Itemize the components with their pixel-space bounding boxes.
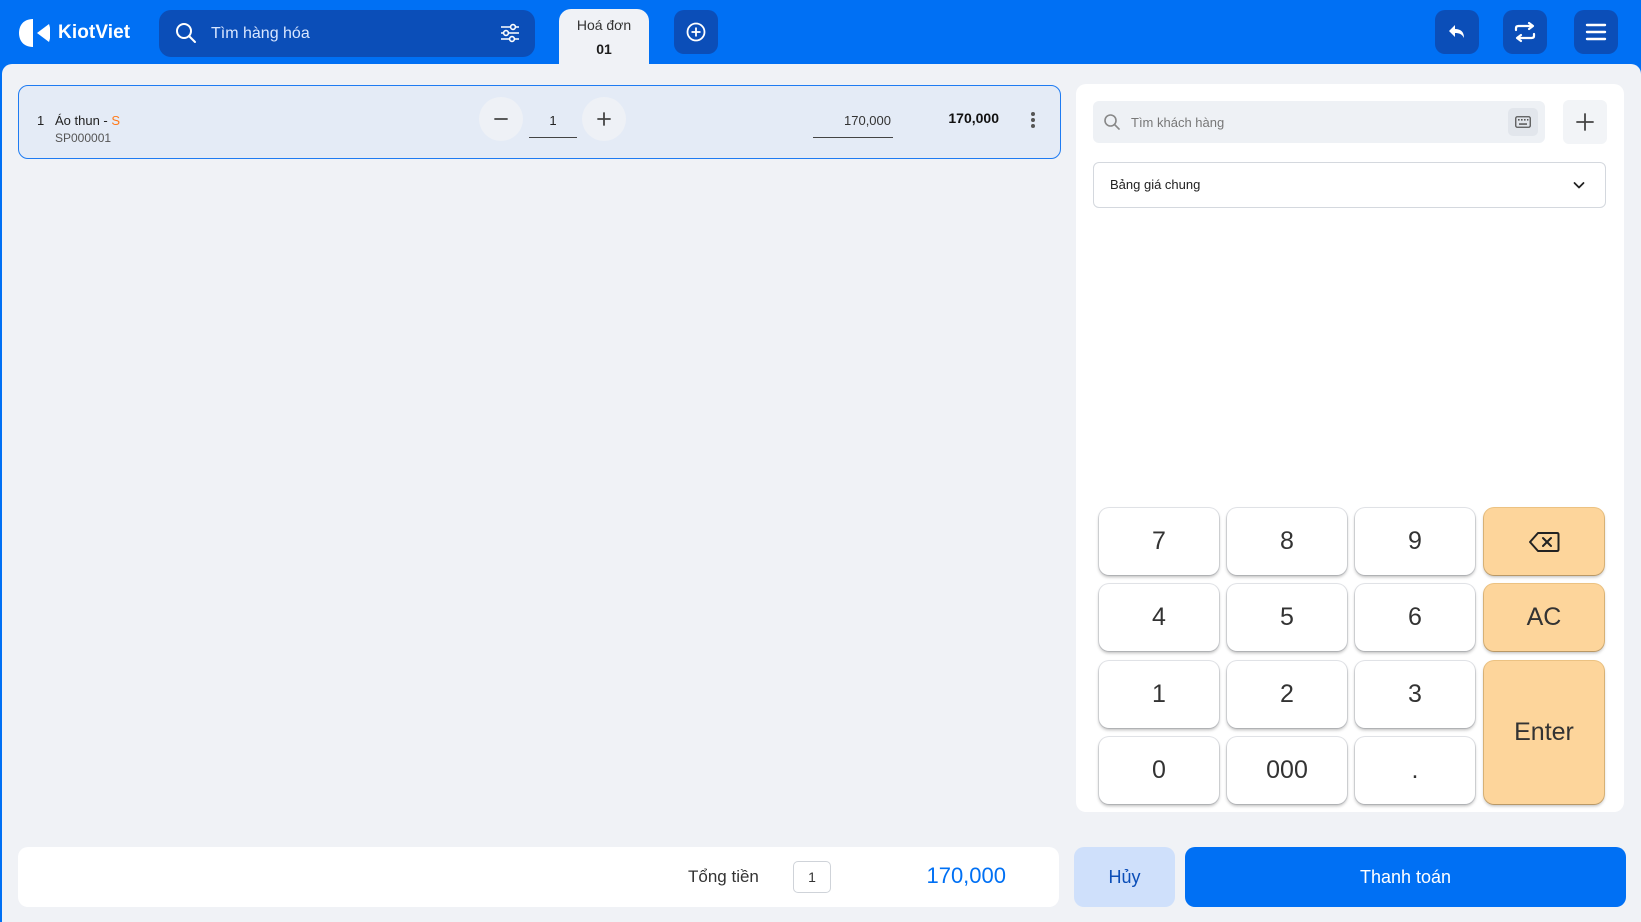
keypad-enter-button[interactable]: Enter	[1484, 661, 1604, 804]
increase-quantity-button[interactable]	[582, 97, 626, 141]
keypad-key-9[interactable]: 9	[1355, 508, 1475, 575]
kiotviet-logo-icon	[19, 19, 50, 47]
price-list-value: Bảng giá chung	[1110, 177, 1201, 192]
cart-item-variant: S	[111, 113, 121, 128]
decrease-quantity-button[interactable]	[479, 97, 523, 141]
keypad-clear-button[interactable]: AC	[1484, 584, 1604, 651]
chevron-down-icon	[1573, 182, 1585, 189]
search-icon	[176, 23, 196, 43]
more-vertical-icon	[1031, 112, 1035, 128]
keyboard-icon	[1515, 116, 1531, 128]
total-item-count: 1	[793, 861, 831, 893]
keyboard-toggle[interactable]	[1508, 108, 1538, 136]
main-menu-button[interactable]	[1574, 10, 1618, 54]
keypad-key-6[interactable]: 6	[1355, 584, 1475, 651]
sync-arrows-icon	[1514, 21, 1536, 43]
main-content: 1 Áo thun - S SP000001 170,000	[2, 64, 1641, 922]
total-amount: 170,000	[926, 863, 1006, 888]
keypad-backspace-button[interactable]	[1484, 508, 1604, 575]
keypad-key-decimal[interactable]: .	[1355, 737, 1475, 804]
product-search[interactable]	[159, 10, 535, 57]
plus-icon	[1576, 113, 1594, 131]
add-customer-button[interactable]	[1563, 100, 1607, 144]
app-name: KiotViet	[58, 22, 131, 43]
undo-arrow-icon	[1449, 25, 1464, 38]
filter-sliders-icon[interactable]	[499, 22, 521, 44]
cart-item-code: SP000001	[55, 131, 112, 145]
add-tab-button[interactable]	[674, 10, 718, 54]
keypad-key-7[interactable]: 7	[1099, 508, 1219, 575]
row-more-button[interactable]	[1023, 108, 1043, 132]
product-search-input[interactable]	[209, 20, 469, 47]
top-bar: KiotViet Hoá đơn 01	[0, 0, 1641, 67]
line-total: 170,000	[948, 110, 999, 126]
total-label: Tổng tiền	[688, 867, 759, 886]
customer-search-input[interactable]	[1129, 109, 1469, 135]
unit-price-input[interactable]	[813, 104, 893, 138]
keypad-key-0[interactable]: 0	[1099, 737, 1219, 804]
price-list-select[interactable]: Bảng giá chung	[1093, 162, 1606, 208]
quantity-input[interactable]	[529, 104, 577, 138]
keypad-key-5[interactable]: 5	[1227, 584, 1347, 651]
tab-invoice-01[interactable]: Hoá đơn 01	[559, 9, 649, 67]
total-bar: Tổng tiền 1 170,000	[18, 847, 1059, 907]
logo: KiotViet	[18, 16, 130, 50]
plus-icon	[597, 112, 611, 126]
undo-button[interactable]	[1435, 10, 1479, 54]
cart-item-name-text: Áo thun -	[55, 113, 112, 128]
sync-button[interactable]	[1503, 10, 1547, 54]
keypad-key-000[interactable]: 000	[1227, 737, 1347, 804]
minus-icon	[494, 118, 508, 120]
cart-item-row[interactable]: 1 Áo thun - S SP000001 170,000	[18, 85, 1061, 159]
keypad-key-1[interactable]: 1	[1099, 661, 1219, 728]
customer-search[interactable]	[1093, 101, 1545, 143]
tab-number: 01	[596, 41, 612, 57]
keypad-key-2[interactable]: 2	[1227, 661, 1347, 728]
cart-item-index: 1	[37, 113, 45, 128]
keypad-key-8[interactable]: 8	[1227, 508, 1347, 575]
keypad-key-4[interactable]: 4	[1099, 584, 1219, 651]
customer-keypad-panel: Bảng giá chung 7 8 9 4 5 6 AC 1 2	[1076, 84, 1624, 812]
plus-circle-icon	[686, 22, 706, 42]
hamburger-menu-icon	[1585, 23, 1607, 41]
cart-item-name[interactable]: Áo thun - S	[55, 113, 120, 128]
keypad-key-3[interactable]: 3	[1355, 661, 1475, 728]
search-icon	[1104, 114, 1120, 130]
pay-button[interactable]: Thanh toán	[1185, 847, 1626, 907]
tab-label: Hoá đơn	[576, 17, 632, 33]
cancel-button[interactable]: Hủy	[1074, 847, 1175, 907]
pos-app: KiotViet Hoá đơn 01	[0, 0, 1641, 922]
backspace-icon	[1529, 531, 1560, 552]
